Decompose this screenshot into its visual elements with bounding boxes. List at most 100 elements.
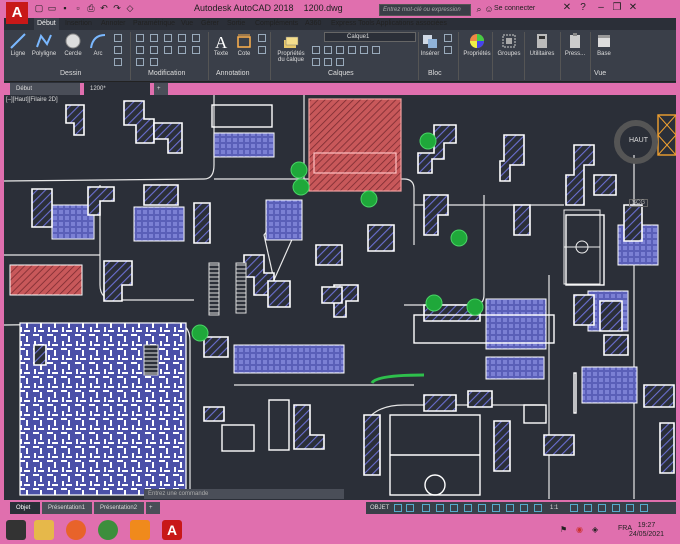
layer-tool-icon[interactable]	[324, 58, 332, 66]
viewcube-face-top[interactable]: HAUT	[628, 137, 648, 144]
tab-layout2[interactable]: Présentation2	[94, 502, 144, 514]
vlc-icon[interactable]	[130, 520, 150, 540]
insert-block-button[interactable]: Insérer	[418, 32, 442, 57]
tab-annoter[interactable]: Annoter	[98, 18, 129, 30]
panel-modification-label[interactable]: Modification	[148, 70, 185, 77]
tab-vue[interactable]: Vue	[178, 18, 196, 30]
base-button[interactable]: Base	[594, 32, 614, 57]
panel-vue-label[interactable]: Vue	[594, 70, 606, 77]
trim-icon[interactable]	[164, 34, 172, 42]
start-icon[interactable]	[6, 520, 26, 540]
layer-tool-icon[interactable]	[336, 46, 344, 54]
tab-gerer[interactable]: Gérer	[198, 18, 222, 30]
polar-icon[interactable]	[436, 504, 444, 512]
add-layout-button[interactable]: +	[146, 502, 160, 514]
text-button[interactable]: A Texte	[210, 32, 232, 57]
mirror-icon[interactable]	[136, 46, 144, 54]
block-edit-icon[interactable]	[444, 46, 452, 54]
autocad-logo[interactable]: A	[6, 2, 28, 24]
restore-button[interactable]: ❐	[610, 2, 624, 14]
tab-debut[interactable]: Début	[34, 18, 59, 30]
save-as-icon[interactable]: ▫	[73, 3, 83, 13]
panel-calques-label[interactable]: Calques	[328, 70, 354, 77]
explode-icon[interactable]	[164, 46, 172, 54]
workspace-gear-icon[interactable]	[570, 504, 578, 512]
print-icon[interactable]: ⎙	[86, 3, 96, 13]
share-icon[interactable]: ◇	[125, 3, 135, 13]
copy-icon[interactable]	[192, 34, 200, 42]
ucs-menu[interactable]: SCG	[628, 199, 648, 207]
annotation-visibility-icon[interactable]	[534, 504, 542, 512]
open-icon[interactable]: ▭	[47, 3, 57, 13]
stretch-icon[interactable]	[178, 46, 186, 54]
file-explorer-icon[interactable]	[34, 520, 54, 540]
autocad-taskbar-icon[interactable]: A	[162, 520, 182, 540]
layer-properties-button[interactable]: Propriétés du calque	[274, 32, 308, 63]
annotation-scale[interactable]: 1:1	[550, 503, 558, 513]
isolate-icon[interactable]	[598, 504, 606, 512]
add-icon[interactable]	[584, 504, 592, 512]
layer-tool-icon[interactable]	[336, 58, 344, 66]
rotate-icon[interactable]	[150, 34, 158, 42]
array-icon[interactable]	[136, 58, 144, 66]
minimize-button[interactable]: –	[594, 2, 608, 14]
panel-annotation-label[interactable]: Annotation	[216, 70, 249, 77]
hatch-icon[interactable]	[114, 46, 122, 54]
save-icon[interactable]: ▪	[60, 3, 70, 13]
tab-express-tools[interactable]: Express Tools	[328, 18, 377, 30]
polyline-button[interactable]: Polyligne	[30, 32, 58, 57]
scale-icon[interactable]	[192, 46, 200, 54]
layer-tool-icon[interactable]	[348, 46, 356, 54]
grid-icon[interactable]	[394, 504, 402, 512]
snap-icon[interactable]	[406, 504, 414, 512]
erase-icon[interactable]	[178, 34, 186, 42]
model-space-toggle[interactable]: OBJET	[370, 503, 389, 513]
layer-tool-icon[interactable]	[312, 46, 320, 54]
table-icon[interactable]	[258, 46, 266, 54]
rectangle-icon[interactable]	[114, 34, 122, 42]
antivirus-icon[interactable]: ◉	[576, 525, 583, 534]
fillet-icon[interactable]	[150, 46, 158, 54]
lineweight-icon[interactable]	[492, 504, 500, 512]
tab-a360[interactable]: A360	[302, 18, 324, 30]
panel-bloc-label[interactable]: Bloc	[428, 70, 442, 77]
tab-layout1[interactable]: Présentation1	[42, 502, 92, 514]
layer-dropdown[interactable]: Calque1	[324, 32, 416, 42]
layer-tool-icon[interactable]	[312, 58, 320, 66]
move-icon[interactable]	[136, 34, 144, 42]
search-icon[interactable]: ⌕	[474, 4, 484, 14]
clean-screen-icon[interactable]	[626, 504, 634, 512]
layer-tool-icon[interactable]	[324, 46, 332, 54]
tab-model[interactable]: Objet	[10, 502, 40, 514]
arc-button[interactable]: Arc	[88, 32, 108, 57]
panel-dessin-label[interactable]: Dessin	[60, 70, 81, 77]
tab-parametrique[interactable]: Paramétrique	[130, 18, 178, 30]
redo-icon[interactable]: ↷	[112, 3, 122, 13]
layer-tool-icon[interactable]	[372, 46, 380, 54]
new-file-icon[interactable]: ▢	[34, 3, 44, 13]
tab-start[interactable]: Début	[10, 83, 80, 95]
volume-icon[interactable]: ◈	[592, 525, 598, 534]
tab-complements[interactable]: Compléments	[252, 18, 301, 30]
exchange-icon[interactable]: ✕	[560, 2, 574, 14]
undo-icon[interactable]: ↶	[99, 3, 109, 13]
isodraft-icon[interactable]	[450, 504, 458, 512]
properties-button[interactable]: Propriétés	[460, 32, 494, 57]
leader-icon[interactable]	[258, 34, 266, 42]
sign-in-link[interactable]: Se connecter	[494, 5, 535, 12]
offset-icon[interactable]	[150, 58, 158, 66]
viewport-controls[interactable]: [–][Haut][Filaire 2D]	[6, 97, 58, 103]
chrome-icon[interactable]	[98, 520, 118, 540]
ortho-icon[interactable]	[422, 504, 430, 512]
clipboard-button[interactable]: Press...	[562, 32, 588, 57]
otrack-icon[interactable]	[478, 504, 486, 512]
block-create-icon[interactable]	[444, 34, 452, 42]
drawing-canvas[interactable]: [–][Haut][Filaire 2D] HAUT SCG Entrez un…	[4, 95, 676, 499]
osnap-icon[interactable]	[464, 504, 472, 512]
layer-tool-icon[interactable]	[360, 46, 368, 54]
command-line[interactable]: Entrez une commande	[144, 489, 344, 499]
hardware-acceleration-icon[interactable]	[612, 504, 620, 512]
search-input[interactable]: Entrez mot-clé ou expression	[379, 4, 471, 16]
close-button[interactable]: ✕	[626, 2, 640, 14]
selection-cycling-icon[interactable]	[520, 504, 528, 512]
